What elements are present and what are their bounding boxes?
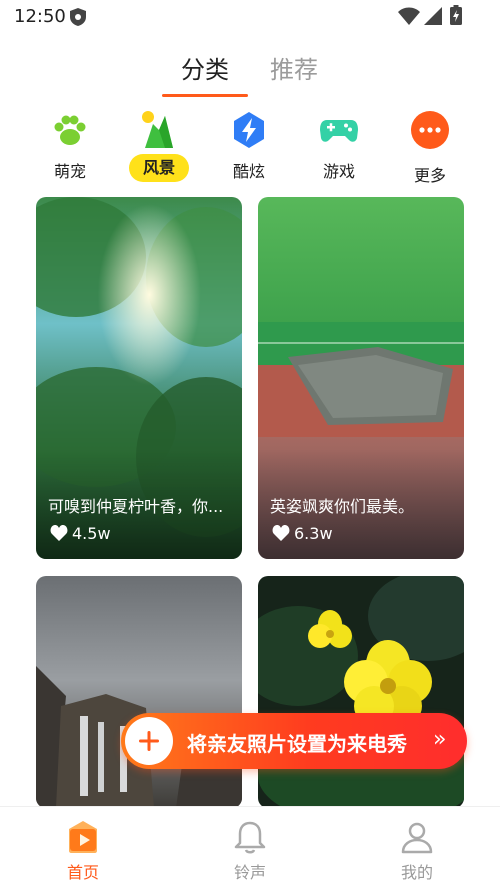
category-more[interactable]: 更多 [390,108,470,188]
video-card[interactable]: 英姿飒爽你们最美。 6.3w [258,197,464,559]
category-label: 游戏 [322,162,355,181]
nav-home[interactable]: 首页 [43,817,123,887]
video-card[interactable] [258,576,464,808]
home-play-icon [69,821,97,853]
ringtone-show-promo-banner[interactable]: 将亲友照片设置为来电秀 » [121,713,467,769]
status-time: 12:50 [14,6,66,27]
card-likes: 4.5w [50,524,111,543]
battery-icon [450,5,462,25]
waterfall-thumbnail [36,576,242,808]
wifi-icon [398,7,420,25]
tab-recommended[interactable]: 推荐 [270,50,318,85]
card-likes: 6.3w [272,524,333,543]
category-row: 萌宠 风景 酷炫 游戏 更多 [0,108,500,188]
tab-categories[interactable]: 分类 [181,50,229,85]
paw-icon [54,115,86,145]
category-pets[interactable]: 萌宠 [30,108,110,188]
shield-icon [70,8,86,26]
nav-label: 铃声 [233,863,266,882]
bell-icon [234,821,266,854]
double-chevron-right-icon: » [433,727,447,752]
promo-text: 将亲友照片设置为来电秀 [187,732,407,756]
card-caption: 可嗅到仲夏柠叶香，你... [48,497,224,516]
likes-count: 6.3w [294,524,333,543]
bottom-navigation: 首页 铃声 我的 [0,806,500,888]
category-label: 酷炫 [232,162,265,181]
plus-button[interactable] [125,717,173,765]
video-card[interactable]: 可嗅到仲夏柠叶香，你... 4.5w [36,197,242,559]
active-tab-indicator [162,94,248,97]
card-caption: 英姿飒爽你们最美。 [270,497,415,516]
heart-icon [50,525,68,541]
nav-label: 我的 [400,863,433,882]
nav-profile[interactable]: 我的 [377,817,457,887]
more-icon [411,111,449,149]
category-label: 风景 [129,154,189,182]
nav-label: 首页 [66,863,99,882]
category-label: 更多 [413,166,446,185]
top-tabs: 分类 推荐 [0,44,500,100]
video-card[interactable] [36,576,242,808]
mountain-icon [142,111,173,148]
category-scenery[interactable]: 风景 [119,108,199,188]
status-bar: 12:50 [0,0,500,34]
category-games[interactable]: 游戏 [299,108,379,188]
heart-icon [272,525,290,541]
nav-ringtones[interactable]: 铃声 [210,817,290,887]
likes-count: 4.5w [72,524,111,543]
flower-thumbnail [258,576,464,808]
signal-icon [424,7,442,25]
user-icon [401,822,433,854]
plus-icon [139,731,159,751]
category-label: 萌宠 [53,162,86,181]
category-cool[interactable]: 酷炫 [209,108,289,188]
gamepad-icon [320,120,358,142]
lightning-icon [234,112,264,148]
